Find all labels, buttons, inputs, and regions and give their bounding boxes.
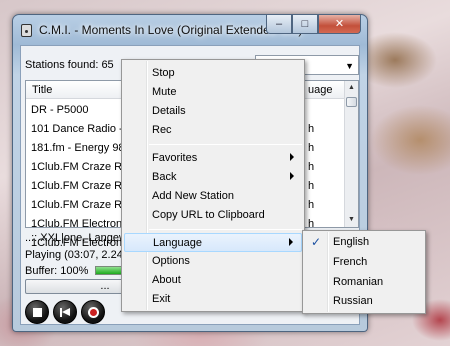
menu-item-label: Exit — [152, 293, 171, 305]
menu-item-about[interactable]: About — [124, 271, 302, 290]
menu-item-mute[interactable]: Mute — [124, 83, 302, 102]
playing-status: Playing (03:07, 2.24 — [25, 249, 123, 261]
language-item-russian[interactable]: Russian — [305, 292, 423, 311]
row-language: h — [308, 218, 315, 230]
column-header-language[interactable]: uage — [308, 84, 332, 96]
scroll-up-icon[interactable]: ▲ — [345, 81, 358, 95]
menu-item-language[interactable]: Language — [124, 233, 302, 252]
menu-item-stop[interactable]: Stop — [124, 64, 302, 83]
menu-item-rec[interactable]: Rec — [124, 121, 302, 140]
language-label: Romanian — [333, 276, 384, 288]
language-label: English — [333, 236, 370, 248]
stations-found-label: Stations found: 65 — [25, 59, 114, 71]
language-submenu: ✓ English French Romanian Russian — [302, 230, 426, 314]
maximize-icon: □ — [301, 18, 309, 30]
language-item-romanian[interactable]: Romanian — [305, 273, 423, 292]
menu-item-back[interactable]: Back — [124, 168, 302, 187]
row-language: h — [308, 142, 315, 154]
row-title: 1Club.FM Craze Ra — [31, 199, 129, 211]
previous-arrow-icon — [62, 308, 70, 316]
menu-item-label: Copy URL to Clipboard — [152, 209, 265, 221]
language-item-english[interactable]: ✓ English — [305, 233, 423, 252]
close-icon: ✕ — [334, 18, 345, 30]
context-menu: Stop Mute Details Rec Favorites Back Add… — [121, 59, 305, 312]
title-bar[interactable]: C.M.I. - Moments In Love (Original Exten… — [13, 15, 367, 45]
language-label: Russian — [333, 295, 373, 307]
menu-item-copy-url[interactable]: Copy URL to Clipboard — [124, 206, 302, 225]
stop-button[interactable] — [25, 300, 49, 324]
row-title: 1Club.FM Craze Ra — [31, 161, 129, 173]
close-button[interactable]: ✕ — [318, 15, 361, 34]
scroll-down-icon[interactable]: ▼ — [345, 213, 358, 227]
check-icon: ✓ — [311, 235, 322, 249]
maximize-button[interactable]: □ — [292, 15, 318, 34]
menu-item-favorites[interactable]: Favorites — [124, 149, 302, 168]
menu-item-label: Details — [152, 105, 186, 117]
menu-item-label: Favorites — [152, 152, 198, 164]
row-title: 101 Dance Radio - — [31, 123, 123, 135]
row-language: h — [308, 161, 315, 173]
row-language: h — [308, 123, 315, 135]
row-title: DR - P5000 — [31, 104, 89, 116]
window-title: C.M.I. - Moments In Love (Original Exten… — [39, 23, 303, 37]
radio-app-icon[interactable] — [21, 24, 32, 37]
scrollbar-thumb[interactable] — [346, 97, 357, 107]
menu-item-exit[interactable]: Exit — [124, 290, 302, 309]
menu-item-label: About — [152, 274, 181, 286]
menu-separator — [149, 144, 302, 145]
menu-item-label: Mute — [152, 86, 177, 98]
menu-item-label: Language — [153, 237, 202, 249]
row-title: 181.fm - Energy 98 — [31, 142, 125, 154]
row-language: h — [308, 180, 315, 192]
buffer-label: Buffer: 100% — [25, 265, 89, 277]
minimize-button[interactable]: – — [266, 15, 292, 34]
menu-item-label: Back — [152, 171, 177, 183]
submenu-arrow-icon — [290, 172, 294, 180]
record-icon — [88, 307, 99, 318]
language-label: French — [333, 256, 368, 268]
stop-icon — [33, 308, 42, 317]
submenu-arrow-icon — [290, 153, 294, 161]
language-item-french[interactable]: French — [305, 253, 423, 272]
row-title: 1Club.FM Craze Ra — [31, 180, 129, 192]
menu-item-details[interactable]: Details — [124, 102, 302, 121]
menu-item-label: Options — [152, 255, 190, 267]
menu-item-options[interactable]: Options — [124, 252, 302, 271]
menu-item-label: Rec — [152, 124, 172, 136]
previous-button[interactable] — [53, 300, 77, 324]
menu-item-add-new-station[interactable]: Add New Station — [124, 187, 302, 206]
record-button[interactable] — [81, 300, 105, 324]
row-language: h — [308, 199, 315, 211]
menu-item-label: Add New Station — [152, 190, 234, 202]
row-title: 1Club.FM Electronic — [31, 218, 131, 230]
now-playing-text: ..:: XXL|one. Langew — [25, 232, 127, 244]
list-scrollbar[interactable]: ▲ ▼ — [344, 81, 358, 227]
chevron-down-icon[interactable]: ▼ — [345, 61, 354, 71]
menu-item-label: Stop — [152, 67, 175, 79]
caption-buttons: – □ ✕ — [266, 15, 361, 34]
menu-separator — [149, 229, 302, 230]
column-header-title[interactable]: Title — [32, 84, 52, 96]
minimize-icon: – — [275, 18, 283, 30]
submenu-arrow-icon — [289, 238, 293, 246]
